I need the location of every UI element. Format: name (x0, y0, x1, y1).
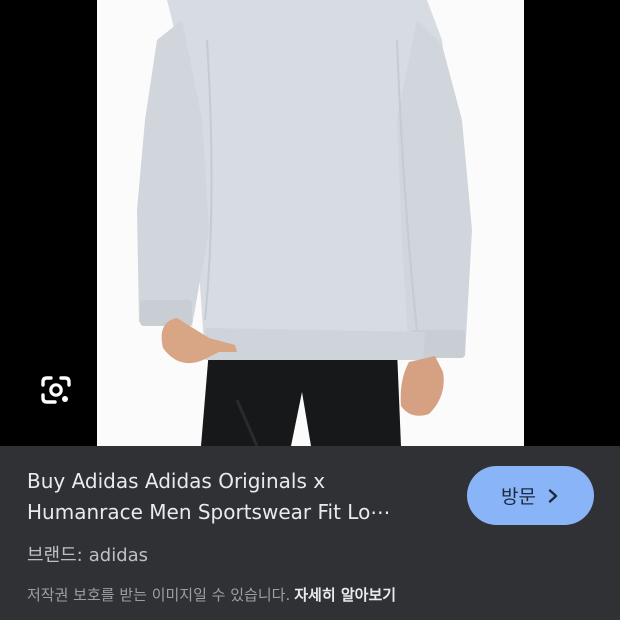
learn-more-link[interactable]: 자세히 알아보기 (294, 586, 396, 604)
visit-button[interactable]: 방문 (467, 466, 594, 525)
copyright-notice: 저작권 보호를 받는 이미지일 수 있습니다. 자세히 알아보기 (27, 584, 396, 605)
visit-label: 방문 (501, 486, 536, 508)
brand-label: 브랜드: (27, 545, 83, 566)
brand-value: adidas (88, 545, 149, 566)
result-title[interactable]: Buy Adidas Adidas Originals x Humanrace … (27, 466, 447, 528)
copyright-text: 저작권 보호를 받는 이미지일 수 있습니다. (27, 586, 291, 604)
brand-info: 브랜드: adidas (27, 541, 148, 567)
chevron-right-icon (546, 488, 560, 503)
product-image[interactable] (97, 0, 524, 446)
result-info-panel: Buy Adidas Adidas Originals x Humanrace … (0, 446, 620, 620)
lens-camera-icon (40, 374, 72, 410)
lens-search-button[interactable] (36, 372, 76, 412)
image-viewer (0, 0, 620, 446)
